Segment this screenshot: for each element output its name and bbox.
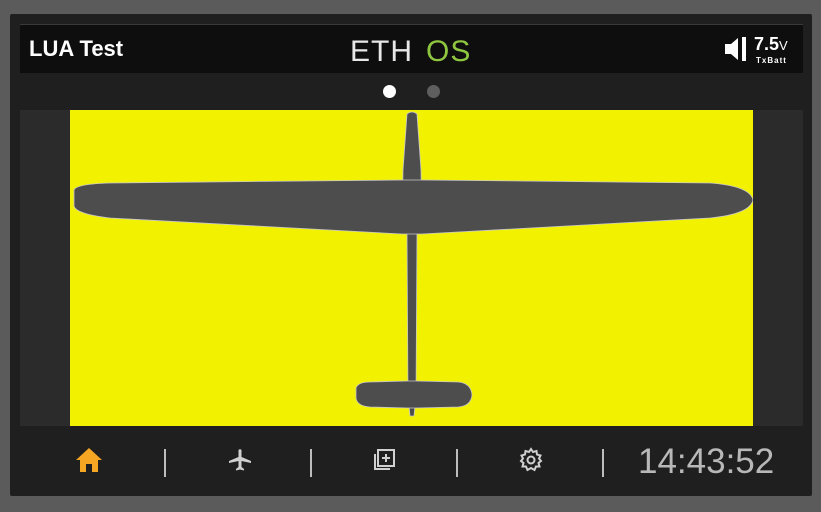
page-title: LUA Test	[29, 36, 124, 61]
model-button[interactable]	[225, 446, 265, 476]
logo-text-os: OS	[426, 35, 471, 68]
gear-icon	[519, 447, 543, 472]
logo-text-eth: ETH	[350, 35, 413, 68]
page-indicator	[0, 85, 821, 99]
top-bar: LUA Test ETH OS 7.5V TxBatt	[20, 24, 803, 73]
add-widget-icon	[374, 449, 395, 470]
settings-button[interactable]	[516, 446, 556, 476]
nav-separator	[164, 449, 166, 477]
battery-label: TxBatt	[756, 56, 787, 65]
displays-button[interactable]	[370, 446, 410, 476]
page-dot-1[interactable]	[383, 85, 396, 98]
home-button[interactable]	[74, 446, 114, 476]
glider-silhouette-icon	[73, 111, 753, 417]
nav-separator	[456, 449, 458, 477]
lua-canvas	[70, 110, 753, 426]
clock: 14:43:52	[638, 442, 775, 481]
nav-separator	[602, 449, 604, 477]
ethos-logo: ETH OS	[350, 35, 471, 68]
battery-voltage: 7.5V	[754, 34, 788, 54]
nav-separator	[310, 449, 312, 477]
bottom-nav: 14:43:52	[20, 426, 803, 490]
home-icon	[76, 448, 102, 472]
speaker-volume-icon[interactable]	[723, 35, 749, 63]
airplane-icon	[229, 449, 251, 471]
lua-widget-area	[20, 110, 803, 426]
page-dot-2[interactable]	[427, 85, 440, 98]
